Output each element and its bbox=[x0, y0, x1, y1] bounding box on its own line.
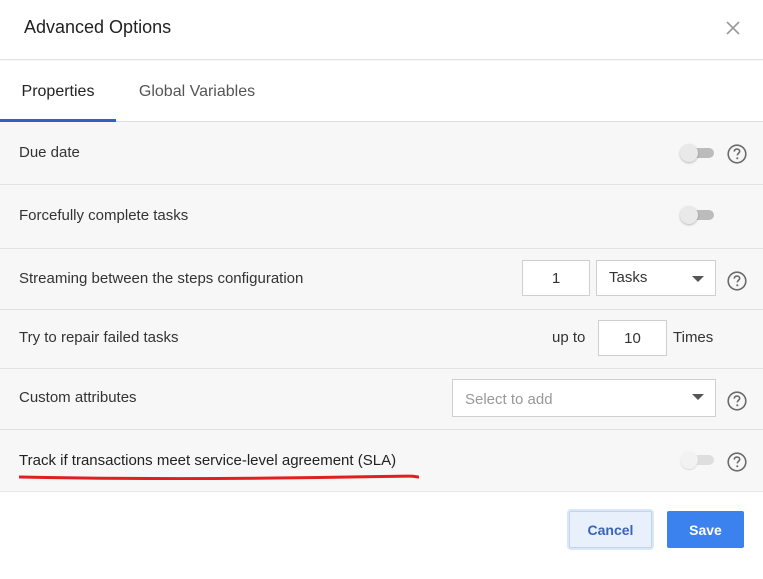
streaming-count-input[interactable] bbox=[522, 260, 590, 296]
help-icon[interactable] bbox=[727, 271, 747, 291]
help-icon[interactable] bbox=[727, 391, 747, 411]
toggle-knob bbox=[680, 144, 698, 162]
dialog-footer: Cancel Save bbox=[0, 492, 763, 579]
help-icon[interactable] bbox=[727, 144, 747, 164]
repair-suffix: Times bbox=[673, 329, 714, 346]
help-icon[interactable] bbox=[727, 452, 747, 472]
dialog-title: Advanced Options bbox=[24, 17, 172, 37]
repair-count-input[interactable] bbox=[598, 320, 667, 356]
close-button[interactable] bbox=[720, 14, 746, 42]
sla-label: Track if transactions meet service-level… bbox=[19, 452, 397, 469]
repair-prefix: up to bbox=[552, 329, 586, 346]
chevron-down-icon bbox=[692, 394, 704, 400]
custom-attributes-select[interactable]: Select to add bbox=[452, 379, 716, 417]
row-repair: Try to repair failed tasks up to Times bbox=[0, 310, 763, 369]
tab-bar: Properties Global Variables bbox=[0, 61, 763, 122]
options-panel: Due date Forcefully complete tasks Strea… bbox=[0, 122, 763, 492]
streaming-label: Streaming between the steps configuratio… bbox=[19, 270, 304, 287]
row-streaming: Streaming between the steps configuratio… bbox=[0, 249, 763, 310]
tab-properties-label: Properties bbox=[21, 82, 95, 100]
force-complete-label: Forcefully complete tasks bbox=[19, 207, 189, 224]
due-date-toggle[interactable] bbox=[680, 144, 716, 162]
tab-global-variables[interactable]: Global Variables bbox=[124, 61, 270, 122]
row-force-complete: Forcefully complete tasks bbox=[0, 185, 763, 249]
close-icon bbox=[726, 21, 740, 35]
tab-properties[interactable]: Properties bbox=[0, 61, 116, 122]
dialog-header: Advanced Options bbox=[0, 0, 763, 60]
force-complete-toggle[interactable] bbox=[680, 206, 716, 224]
toggle-knob bbox=[680, 451, 698, 469]
streaming-unit-select[interactable]: Tasks bbox=[596, 260, 716, 296]
annotation-underline bbox=[19, 474, 419, 480]
custom-attributes-label: Custom attributes bbox=[19, 389, 137, 406]
sla-toggle[interactable] bbox=[680, 451, 716, 469]
streaming-unit-value: Tasks bbox=[609, 269, 648, 286]
save-button[interactable]: Save bbox=[667, 511, 744, 548]
row-custom-attributes: Custom attributes Select to add bbox=[0, 369, 763, 430]
repair-label: Try to repair failed tasks bbox=[19, 329, 179, 346]
custom-attributes-placeholder: Select to add bbox=[465, 391, 553, 408]
tab-global-variables-label: Global Variables bbox=[138, 82, 256, 100]
row-due-date: Due date bbox=[0, 122, 763, 185]
row-sla: Track if transactions meet service-level… bbox=[0, 430, 763, 492]
toggle-knob bbox=[680, 206, 698, 224]
chevron-down-icon bbox=[692, 276, 704, 282]
due-date-label: Due date bbox=[19, 144, 80, 161]
cancel-button[interactable]: Cancel bbox=[569, 511, 652, 548]
